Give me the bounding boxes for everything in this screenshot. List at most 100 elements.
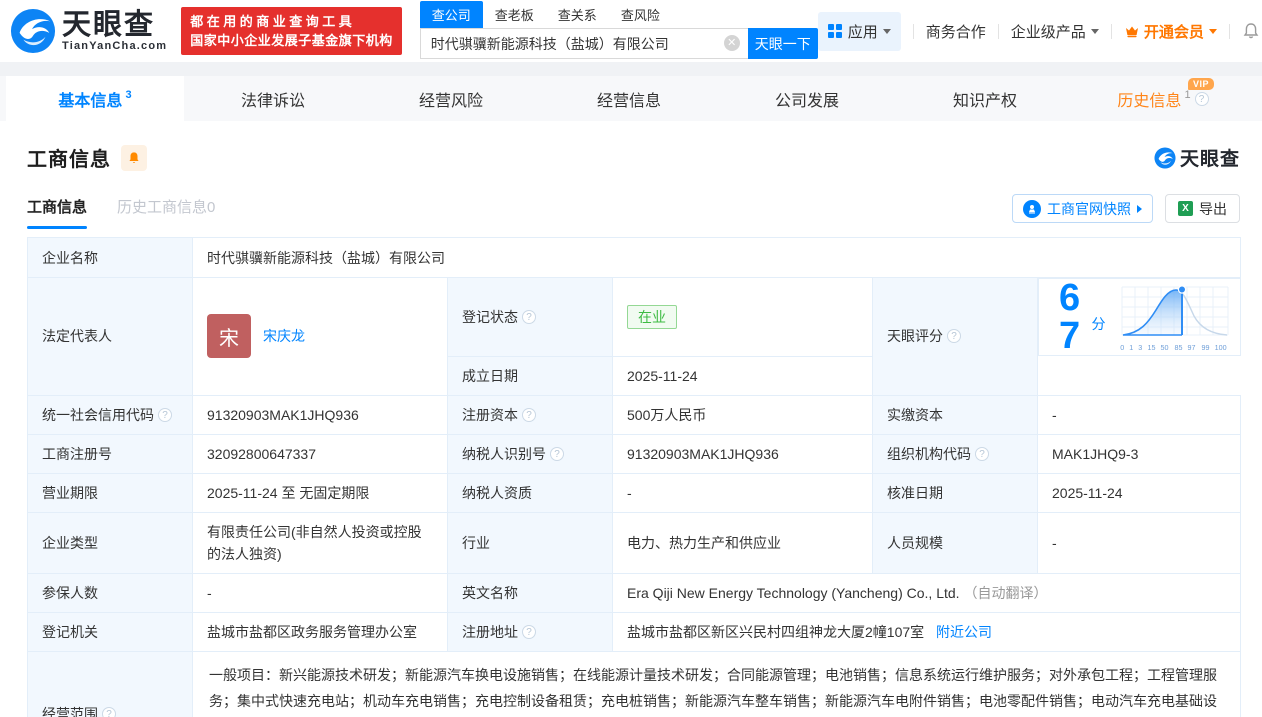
- org-code-value: MAK1JHQ9-3: [1036, 433, 1242, 474]
- english-name-label: 英文名称: [447, 572, 613, 613]
- question-icon[interactable]: ?: [102, 706, 116, 717]
- credit-code-value: 91320903MAK1JHQ936: [192, 394, 448, 435]
- tab-count: 3: [125, 88, 132, 101]
- menu-apps[interactable]: 应用: [817, 11, 901, 51]
- org-code-label: 组织机构代码?: [872, 433, 1038, 474]
- insured-count-value: -: [192, 572, 448, 613]
- menu-open-vip[interactable]: 开通会员: [1124, 21, 1217, 42]
- menu-cooperation[interactable]: 商务合作: [926, 21, 986, 42]
- search-button[interactable]: 天眼一下: [747, 28, 818, 59]
- arrow-right-icon: [1137, 204, 1142, 213]
- monitor-bell-icon[interactable]: [121, 144, 147, 171]
- auto-translate-note: （自动翻译）: [963, 584, 1048, 601]
- question-icon[interactable]: ?: [947, 329, 961, 344]
- insured-count-label: 参保人数: [27, 572, 193, 613]
- business-scope-value: 一般项目：新兴能源技术研发；新能源汽车换电设施销售；在线能源计量技术研发；合同能…: [191, 650, 1242, 717]
- legal-rep-label: 法定代表人: [27, 277, 193, 396]
- company-name-label: 企业名称: [27, 237, 193, 278]
- tab-basic-info[interactable]: 基本信息 3: [6, 76, 184, 121]
- taxpayer-id-value: 91320903MAK1JHQ936: [612, 433, 873, 474]
- slogan-line2: 国家中小企业发展子基金旗下机构: [190, 33, 393, 48]
- industry-value: 电力、热力生产和供应业: [612, 511, 873, 574]
- logo-en-text: TianYanCha.com: [62, 40, 168, 52]
- tianyancha-logo[interactable]: 天眼查 TianYanCha.com: [10, 8, 167, 54]
- table-row: 工商注册号 32092800647337 纳税人识别号? 91320903MAK…: [27, 433, 1242, 474]
- search-tab-boss[interactable]: 查老板: [483, 1, 546, 28]
- question-icon[interactable]: ?: [522, 407, 536, 422]
- score-number: 67: [1059, 277, 1081, 357]
- menu-enterprise-products[interactable]: 企业级产品: [1011, 21, 1099, 42]
- search-area: 查公司 查老板 查关系 查风险 ✕ 天眼一下: [419, 1, 818, 59]
- excel-icon: X: [1178, 201, 1193, 216]
- status-badge: 在业: [627, 304, 677, 329]
- search-tab-relation[interactable]: 查关系: [546, 1, 609, 28]
- export-button[interactable]: X 导出: [1165, 194, 1240, 223]
- search-input[interactable]: [419, 28, 748, 59]
- slogan-banner: 都在用的商业查询工具 国家中小企业发展子基金旗下机构: [181, 7, 402, 55]
- score-distribution-chart: 01 3 15 50 85 97 99 100: [1120, 283, 1230, 352]
- top-bar: 天眼查 TianYanCha.com 都在用的商业查询工具 国家中小企业发展子基…: [0, 0, 1262, 62]
- score-value: 67 分 0 1 3 15 50 85 97 99 100: [1038, 278, 1241, 356]
- legal-rep-link[interactable]: 宋庆龙: [263, 326, 305, 346]
- search-tab-company[interactable]: 查公司: [419, 1, 483, 28]
- reg-address-label: 注册地址?: [447, 611, 613, 652]
- score-axis-labels: 01 3 15 50 85 97 99 100: [1119, 342, 1227, 352]
- table-row: 统一社会信用代码? 91320903MAK1JHQ936 注册资本? 500万人…: [27, 394, 1242, 435]
- tab-company-development[interactable]: 公司发展: [718, 76, 896, 121]
- question-icon[interactable]: ?: [975, 446, 989, 461]
- reg-number-label: 工商注册号: [27, 433, 193, 474]
- table-row: 经营范围? 一般项目：新兴能源技术研发；新能源汽车换电设施销售；在线能源计量技术…: [27, 650, 1242, 717]
- apps-grid-icon: [827, 24, 842, 38]
- question-icon[interactable]: ?: [158, 407, 172, 422]
- stamp-icon: [1023, 199, 1041, 218]
- question-icon[interactable]: ?: [522, 624, 536, 639]
- reg-status-value: 在业: [612, 277, 873, 357]
- table-row: 法定代表人 宋 宋庆龙 登记状态? 在业 天眼评分? 67 分 0 1 3 15…: [27, 277, 1241, 396]
- logo-cn-text: 天眼查: [62, 9, 156, 41]
- vip-badge: VIP: [1187, 78, 1214, 90]
- score-label: 天眼评分?: [872, 277, 1038, 396]
- business-info-table: 企业名称 时代骐骥新能源科技（盐城）有限公司 法定代表人 宋 宋庆龙 登记状态?…: [27, 237, 1242, 717]
- establish-date-label: 成立日期: [447, 355, 613, 396]
- table-row: 企业名称 时代骐骥新能源科技（盐城）有限公司: [27, 237, 1242, 278]
- credit-code-label: 统一社会信用代码?: [27, 394, 193, 435]
- question-icon[interactable]: ?: [522, 309, 536, 324]
- company-nav-tabs: 基本信息 3 法律诉讼 经营风险 经营信息 公司发展 知识产权 VIP 历史信息 …: [0, 76, 1262, 121]
- business-term-value: 2025-11-24 至 无固定期限: [192, 472, 448, 513]
- table-row: 企业类型 有限责任公司(非自然人投资或控股的法人独资) 行业 电力、热力生产和供…: [27, 511, 1242, 574]
- taxpayer-quality-label: 纳税人资质: [447, 472, 613, 513]
- page-title: 工商信息: [27, 149, 111, 171]
- legal-rep-value: 宋 宋庆龙: [192, 277, 448, 396]
- nearby-companies-link[interactable]: 附近公司: [936, 624, 992, 640]
- approval-date-label: 核准日期: [872, 472, 1038, 513]
- subtab-business-info[interactable]: 工商信息: [27, 196, 88, 229]
- chevron-down-icon: [1208, 28, 1217, 34]
- tab-intellectual-property[interactable]: 知识产权: [896, 76, 1074, 121]
- notification-bell-icon[interactable]: [1242, 22, 1260, 40]
- main-content: 工商信息 天眼查 工商信息 历史工商信息0 工商官网快照 X 导出 企业名称 时…: [0, 143, 1262, 717]
- subtab-history-business-info[interactable]: 历史工商信息0: [117, 196, 215, 229]
- tab-business-info[interactable]: 经营信息: [540, 76, 718, 121]
- avatar[interactable]: 宋: [207, 314, 251, 359]
- question-icon[interactable]: ?: [1194, 91, 1209, 106]
- tab-operating-risk[interactable]: 经营风险: [362, 76, 540, 121]
- tab-legal-proceedings[interactable]: 法律诉讼: [184, 76, 362, 121]
- chevron-down-icon: [882, 28, 891, 34]
- reg-capital-value: 500万人民币: [612, 394, 873, 435]
- search-tab-risk[interactable]: 查风险: [609, 1, 672, 28]
- table-row: 参保人数 - 英文名称 Era Qiji New Energy Technolo…: [27, 572, 1242, 613]
- tab-history-info[interactable]: VIP 历史信息 1 ?: [1074, 76, 1252, 121]
- score-marker-pin: [1177, 284, 1186, 294]
- clear-icon[interactable]: ✕: [723, 35, 740, 51]
- reg-address-value: 盐城市盐都区新区兴民村四组神龙大厦2幢107室 附近公司: [611, 611, 1242, 652]
- official-snapshot-button[interactable]: 工商官网快照: [1012, 194, 1153, 223]
- reg-authority-value: 盐城市盐都区政务服务管理办公室: [192, 611, 448, 652]
- table-row: 营业期限 2025-11-24 至 无固定期限 纳税人资质 - 核准日期 202…: [27, 472, 1242, 513]
- reg-capital-label: 注册资本?: [447, 394, 613, 435]
- tianyancha-logo-icon: [10, 8, 56, 54]
- menu-apps-label: 应用: [847, 23, 878, 41]
- search-tabs: 查公司 查老板 查关系 查风险: [419, 1, 818, 28]
- staff-size-label: 人员规模: [872, 511, 1038, 574]
- question-icon[interactable]: ?: [550, 446, 564, 461]
- top-menu: 应用 商务合作 企业级产品 开通会员 超级风...: [817, 11, 1262, 51]
